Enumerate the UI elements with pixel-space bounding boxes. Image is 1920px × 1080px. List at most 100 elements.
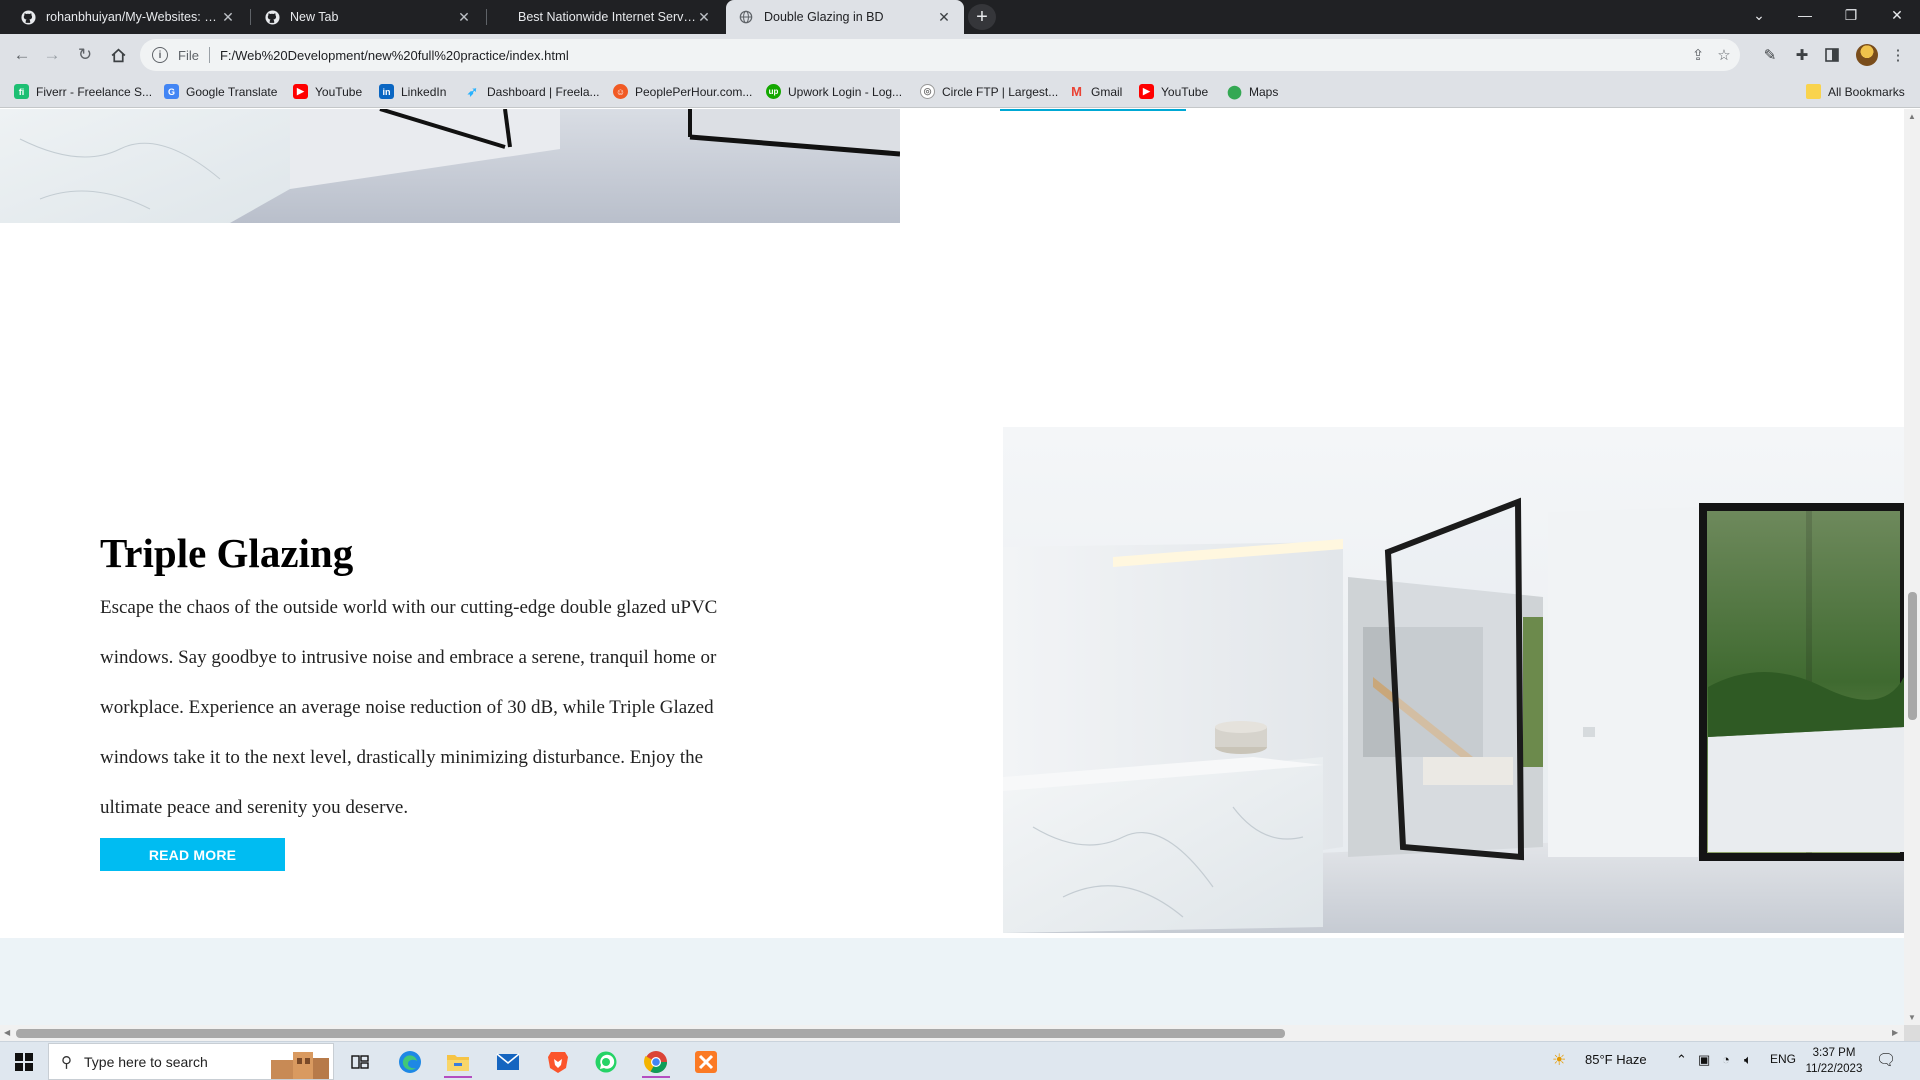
- mail-icon[interactable]: [488, 1045, 528, 1078]
- edge-icon[interactable]: [390, 1045, 430, 1078]
- section-heading: Triple Glazing: [100, 530, 354, 576]
- bookmark-star-icon[interactable]: ☆: [1714, 46, 1734, 64]
- section-paragraph: Escape the chaos of the outside world wi…: [100, 597, 718, 818]
- weather-text[interactable]: 85°F Haze: [1585, 1052, 1647, 1067]
- clock-date: 11/22/2023: [1805, 1063, 1863, 1075]
- chrome-icon[interactable]: [636, 1045, 676, 1078]
- weather-icon[interactable]: ☀: [1552, 1050, 1566, 1070]
- close-icon[interactable]: ✕: [220, 9, 236, 26]
- close-icon[interactable]: ✕: [936, 9, 952, 26]
- bookmark-item[interactable]: ▶ YouTube: [293, 84, 362, 99]
- clock[interactable]: 3:37 PM 11/22/2023: [1800, 1045, 1868, 1077]
- upwork-icon: up: [766, 84, 781, 99]
- show-hidden-icons-chevron-icon[interactable]: ⌃: [1676, 1052, 1687, 1068]
- back-arrow-icon[interactable]: ←: [10, 43, 34, 67]
- close-icon[interactable]: ✕: [696, 9, 712, 26]
- bookmark-item[interactable]: up Upwork Login - Log...: [766, 84, 902, 99]
- bookmark-item[interactable]: ➶ Dashboard | Freela...: [465, 83, 599, 99]
- bookmark-item[interactable]: M Gmail: [1069, 84, 1122, 99]
- accent-line: [1000, 109, 1186, 111]
- scheme-label: File: [178, 47, 199, 63]
- eyedropper-extension-icon[interactable]: ✎: [1758, 43, 1782, 67]
- windows-start-icon[interactable]: [0, 1042, 47, 1080]
- freelancer-icon: ➶: [467, 83, 478, 99]
- vertical-scrollbar[interactable]: ▲ ▼: [1904, 109, 1920, 1025]
- address-bar[interactable]: i File F:/Web%20Development/new%20full%2…: [140, 39, 1740, 71]
- file-explorer-icon[interactable]: [438, 1045, 478, 1078]
- peopleperhour-icon: ☺: [613, 84, 628, 99]
- bookmark-item[interactable]: fi Fiverr - Freelance S...: [14, 84, 152, 99]
- scroll-left-arrow-icon[interactable]: ◀: [4, 1028, 10, 1037]
- translate-icon: G: [164, 84, 179, 99]
- tab-title: rohanbhuiyan/My-Websites: I ha: [46, 10, 220, 24]
- notifications-icon[interactable]: 🗨︎: [1876, 1050, 1896, 1070]
- info-icon[interactable]: i: [152, 47, 168, 63]
- next-section-background: [0, 938, 1904, 1025]
- browser-toolbar: ← → ↻ i File F:/Web%20Development/new%20…: [0, 34, 1920, 76]
- scroll-right-arrow-icon[interactable]: ▶: [1892, 1028, 1898, 1037]
- reload-icon[interactable]: ↻: [73, 43, 97, 67]
- tab-title: New Tab: [290, 10, 339, 24]
- globe-icon: [738, 9, 754, 25]
- wifi-icon[interactable]: ◔: [1722, 1052, 1730, 1067]
- horizontal-scroll-thumb[interactable]: [16, 1029, 1285, 1038]
- brave-browser-icon[interactable]: [538, 1045, 578, 1078]
- scroll-up-arrow-icon[interactable]: ▲: [1908, 112, 1916, 121]
- bookmark-item[interactable]: ⬤ Maps: [1227, 84, 1278, 99]
- extensions-puzzle-icon[interactable]: ✚: [1790, 43, 1814, 67]
- tab-divider: [250, 9, 251, 25]
- home-icon[interactable]: [106, 43, 130, 67]
- new-tab-button[interactable]: +: [968, 4, 996, 30]
- horizontal-scrollbar[interactable]: ◀ ▶: [0, 1025, 1904, 1041]
- circleftp-icon: ◎: [920, 84, 935, 99]
- taskbar-search-box[interactable]: ⚲ Type here to search: [48, 1043, 334, 1080]
- volume-icon[interactable]: 🔈︎: [1744, 1052, 1752, 1068]
- tab-github-repo[interactable]: rohanbhuiyan/My-Websites: I ha ✕: [8, 0, 248, 34]
- vertical-scroll-thumb[interactable]: [1908, 592, 1917, 720]
- profile-avatar[interactable]: [1856, 44, 1878, 66]
- bookmark-item[interactable]: ▶ YouTube: [1139, 84, 1208, 99]
- bookmark-item[interactable]: ☺ PeoplePerHour.com...: [613, 84, 752, 99]
- more-menu-icon[interactable]: ⋮: [1886, 43, 1910, 67]
- close-icon[interactable]: ✕: [456, 9, 472, 26]
- windows-taskbar: ⚲ Type here to search ☀ 85°F Haze ⌃ ▣ ◔ …: [0, 1041, 1920, 1080]
- maps-icon: ⬤: [1227, 83, 1242, 99]
- tab-search-chevron-icon[interactable]: ⌄: [1736, 0, 1782, 30]
- search-placeholder: Type here to search: [84, 1053, 208, 1070]
- tab-title: Best Nationwide Internet Service: [518, 10, 696, 24]
- side-panel-icon[interactable]: [1820, 43, 1844, 67]
- fiverr-icon: fi: [14, 84, 29, 99]
- url-text[interactable]: F:/Web%20Development/new%20full%20practi…: [220, 48, 569, 63]
- scroll-down-arrow-icon[interactable]: ▼: [1908, 1013, 1916, 1022]
- task-view-icon[interactable]: [340, 1045, 380, 1078]
- tab-divider: [486, 9, 487, 25]
- forward-arrow-icon[interactable]: →: [40, 43, 64, 67]
- search-highlight-illustration: [271, 1052, 329, 1079]
- bookmark-item[interactable]: G Google Translate: [164, 84, 277, 99]
- interior-photo-partial: [0, 109, 900, 223]
- whatsapp-icon[interactable]: [586, 1045, 626, 1078]
- tab-double-glazing[interactable]: Double Glazing in BD ✕: [726, 0, 964, 34]
- tab-title: Double Glazing in BD: [764, 10, 884, 24]
- youtube-icon: ▶: [1139, 84, 1154, 99]
- share-icon[interactable]: ⇪: [1688, 46, 1708, 64]
- bookmark-item[interactable]: in LinkedIn: [379, 84, 446, 99]
- bookmark-item[interactable]: ◎ Circle FTP | Largest...: [920, 84, 1058, 99]
- bookmarks-bar: fi Fiverr - Freelance S... G Google Tran…: [0, 76, 1920, 108]
- clock-time: 3:37 PM: [1812, 1047, 1856, 1059]
- search-icon: ⚲: [61, 1053, 72, 1071]
- github-icon: [264, 9, 280, 25]
- tab-internet-service[interactable]: Best Nationwide Internet Service ✕: [488, 0, 724, 34]
- all-bookmarks-folder[interactable]: All Bookmarks: [1806, 84, 1905, 99]
- tab-new-tab[interactable]: New Tab ✕: [252, 0, 484, 34]
- language-indicator[interactable]: ENG: [1770, 1052, 1796, 1066]
- close-window-icon[interactable]: ✕: [1874, 0, 1920, 30]
- browser-tab-bar: rohanbhuiyan/My-Websites: I ha ✕ New Tab…: [0, 0, 1920, 34]
- youtube-icon: ▶: [293, 84, 308, 99]
- restore-icon[interactable]: ❐: [1828, 0, 1874, 30]
- xampp-icon[interactable]: [686, 1045, 726, 1078]
- read-more-button[interactable]: READ MORE: [100, 838, 285, 871]
- gmail-icon: M: [1071, 84, 1082, 99]
- meet-now-icon[interactable]: ▣: [1698, 1052, 1710, 1068]
- minimize-icon[interactable]: —: [1782, 0, 1828, 30]
